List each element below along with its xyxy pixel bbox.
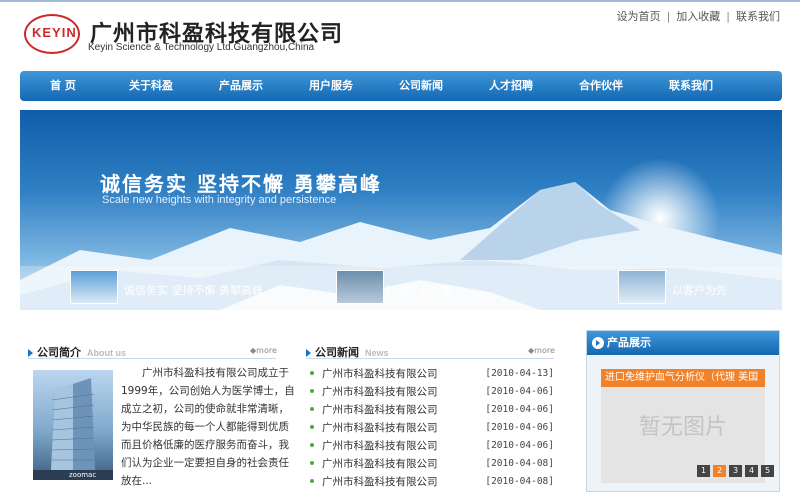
news-list: 广州市科盈科技有限公司 [2010-04-13] 广州市科盈科技有限公司 [2010… — [308, 364, 554, 490]
banner-thumbnail-3-label[interactable]: 以客户为先 — [672, 282, 727, 298]
nav-item-partners[interactable]: 合作伙伴 — [556, 71, 646, 101]
building-illustration — [33, 378, 113, 480]
nav-item-about[interactable]: 关于科盈 — [106, 71, 196, 101]
intro-more-text[interactable]: more — [256, 346, 277, 355]
pager-button-3[interactable]: 3 — [729, 465, 742, 477]
banner-thumbnail-1-label[interactable]: 诚信务实 坚持不懈 勇攀高峰 — [124, 282, 263, 298]
banner-thumbnail-2[interactable] — [336, 270, 384, 304]
bullet-dot-icon — [310, 389, 314, 393]
triangle-bullet-icon — [306, 349, 311, 357]
intro-section-divider — [28, 358, 276, 359]
banner-subtitle: Scale new heights with integrity and per… — [102, 194, 337, 206]
bullet-dot-icon — [310, 407, 314, 411]
add-favorite-link[interactable]: 加入收藏 — [676, 8, 720, 24]
product-pager: 1 2 3 4 5 — [697, 465, 774, 477]
pager-button-4[interactable]: 4 — [745, 465, 758, 477]
news-item-date: [2010-04-06] — [485, 421, 554, 433]
news-item-title[interactable]: 广州市科盈科技有限公司 — [322, 438, 485, 453]
separator: | — [666, 9, 671, 23]
news-item[interactable]: 广州市科盈科技有限公司 [2010-04-06] — [308, 400, 554, 418]
top-accent-line — [0, 0, 800, 2]
news-more-link[interactable]: ◆more — [528, 346, 555, 355]
banner-slogan: 诚信务实 坚持不懈 勇攀高峰 — [100, 172, 382, 196]
intro-more-link[interactable]: ◆more — [250, 346, 277, 355]
banner-thumbnail-strip: 诚信务实 坚持不懈 勇攀高峰 科盈产品云集 以客户为先 — [20, 266, 782, 310]
product-panel-title: 产品展示 — [607, 336, 651, 349]
news-section-divider — [306, 358, 554, 359]
bullet-dot-icon — [310, 443, 314, 447]
news-item[interactable]: 广州市科盈科技有限公司 [2010-04-13] — [308, 364, 554, 382]
product-name[interactable]: 进口免维护血气分析仪（代理 美国 — [601, 369, 765, 387]
news-item-title[interactable]: 广州市科盈科技有限公司 — [322, 474, 485, 489]
news-item-title[interactable]: 广州市科盈科技有限公司 — [322, 420, 485, 435]
product-panel-header: 产品展示 — [587, 331, 779, 355]
news-more-text[interactable]: more — [534, 346, 555, 355]
product-image-placeholder[interactable]: 暂无图片 1 2 3 4 5 — [601, 387, 774, 483]
pager-button-2[interactable]: 2 — [713, 465, 726, 477]
company-name-en: Keyin Science & Technology Ltd.Guangzhou… — [88, 42, 315, 53]
pager-button-1[interactable]: 1 — [697, 465, 710, 477]
arrow-circle-icon — [592, 337, 604, 349]
set-homepage-link[interactable]: 设为首页 — [617, 8, 661, 24]
news-item-date: [2010-04-06] — [485, 439, 554, 451]
news-item-title[interactable]: 广州市科盈科技有限公司 — [322, 384, 485, 399]
news-item-date: [2010-04-06] — [485, 385, 554, 397]
news-item[interactable]: 广州市科盈科技有限公司 [2010-04-06] — [308, 382, 554, 400]
building-image-caption: zoomac — [69, 471, 97, 479]
nav-item-news[interactable]: 公司新闻 — [376, 71, 466, 101]
bullet-dot-icon — [310, 371, 314, 375]
news-item[interactable]: 广州市科盈科技有限公司 [2010-04-06] — [308, 418, 554, 436]
main-nav: 首 页 关于科盈 产品展示 用户服务 公司新闻 人才招聘 合作伙伴 联系我们 — [20, 71, 782, 101]
news-item[interactable]: 广州市科盈科技有限公司 [2010-04-06] — [308, 436, 554, 454]
nav-item-jobs[interactable]: 人才招聘 — [466, 71, 556, 101]
product-showcase-panel: 产品展示 进口免维护血气分析仪（代理 美国 暂无图片 1 2 3 4 5 — [586, 330, 780, 492]
intro-title-en: About us — [87, 348, 126, 358]
triangle-bullet-icon — [28, 349, 33, 357]
bullet-dot-icon — [310, 425, 314, 429]
news-title-en: News — [365, 348, 389, 358]
news-item-date: [2010-04-06] — [485, 403, 554, 415]
banner-thumbnail-2-label[interactable]: 科盈产品云集 — [386, 282, 452, 298]
news-item[interactable]: 广州市科盈科技有限公司 [2010-04-08] — [308, 454, 554, 472]
nav-item-products[interactable]: 产品展示 — [196, 71, 286, 101]
news-item-date: [2010-04-08] — [485, 457, 554, 469]
bullet-dot-icon — [310, 461, 314, 465]
banner-thumbnail-3[interactable] — [618, 270, 666, 304]
banner-thumbnail-1[interactable] — [70, 270, 118, 304]
pager-button-5[interactable]: 5 — [761, 465, 774, 477]
no-image-text: 暂无图片 — [638, 415, 727, 440]
nav-item-contact[interactable]: 联系我们 — [646, 71, 736, 101]
news-item-title[interactable]: 广州市科盈科技有限公司 — [322, 456, 485, 471]
contact-us-link[interactable]: 联系我们 — [736, 8, 780, 24]
company-building-image[interactable]: zoomac — [33, 370, 113, 480]
nav-item-home[interactable]: 首 页 — [20, 71, 106, 101]
company-logo[interactable]: KEYIN — [24, 14, 84, 54]
news-item-date: [2010-04-13] — [485, 367, 554, 379]
hero-banner: 诚信务实 坚持不懈 勇攀高峰 Scale new heights with in… — [20, 110, 782, 310]
bullet-dot-icon — [310, 479, 314, 483]
company-intro-text: 广州市科盈科技有限公司成立于1999年，公司创始人为医学博士，自成立之初，公司的… — [121, 367, 295, 487]
news-item[interactable]: 广州市科盈科技有限公司 [2010-04-08] — [308, 472, 554, 490]
news-item-title[interactable]: 广州市科盈科技有限公司 — [322, 402, 485, 417]
news-item-date: [2010-04-08] — [485, 475, 554, 487]
nav-item-service[interactable]: 用户服务 — [286, 71, 376, 101]
news-item-title[interactable]: 广州市科盈科技有限公司 — [322, 366, 485, 381]
top-links: 设为首页 | 加入收藏 | 联系我们 — [617, 8, 780, 24]
logo-text: KEYIN — [32, 25, 77, 40]
separator: | — [726, 9, 730, 23]
